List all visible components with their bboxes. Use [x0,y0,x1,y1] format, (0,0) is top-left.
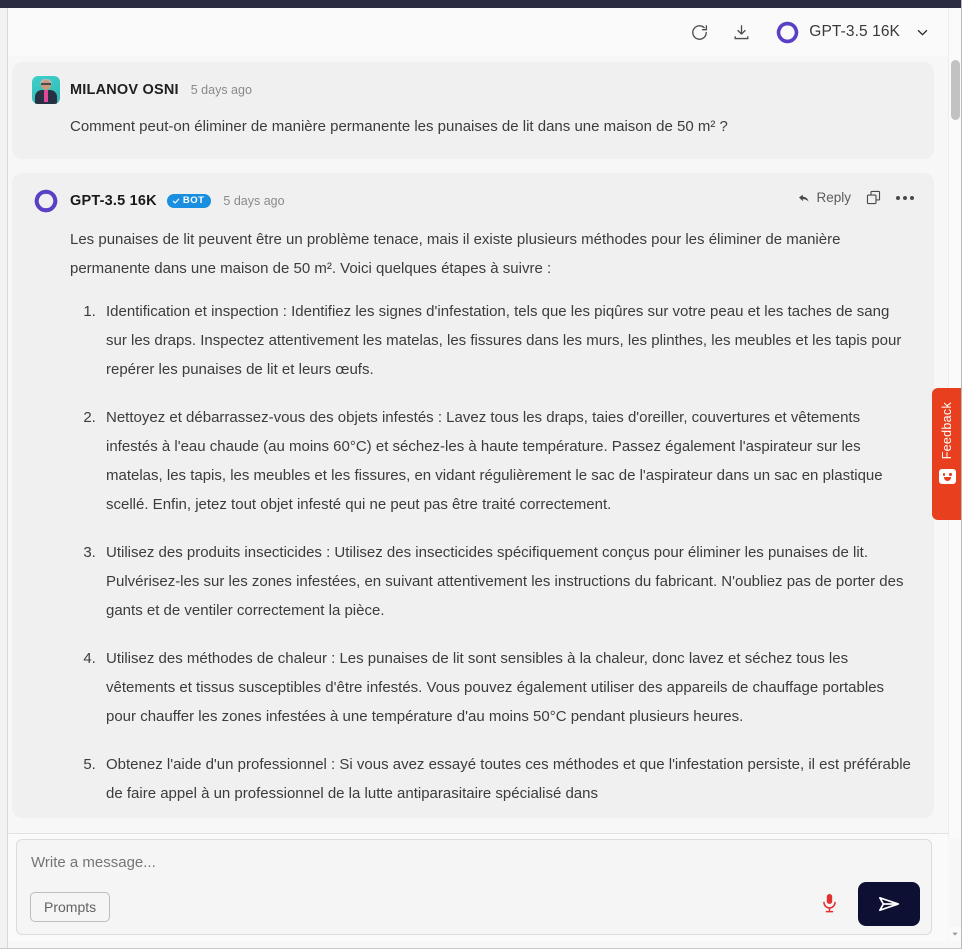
chevron-down-icon-glyph [917,29,928,35]
reply-label: Reply [816,190,851,205]
send-button[interactable] [858,882,920,926]
scrollbar-end-cap [949,927,961,941]
bot-intro-paragraph: Les punaises de lit peuvent être un prob… [70,231,841,277]
message-list[interactable]: MILANOV OSNI 5 days ago Comment peut-on … [8,56,948,836]
composer-area: Prompts [8,833,948,941]
message-sender-name: GPT-3.5 16K [70,193,157,209]
bot-steps-list: Identification et inspection : Identifie… [70,297,914,808]
list-item: Nettoyez et débarrassez-vous des objets … [100,403,914,519]
window-title-bar [0,0,962,8]
refresh-icon[interactable] [685,18,713,46]
message-composer[interactable]: Prompts [16,839,932,935]
openai-logo-icon [777,21,799,43]
more-options-icon[interactable] [896,195,914,200]
reply-arrow-icon [799,194,809,202]
scrollbar-thumb[interactable] [951,60,960,120]
check-icon [172,198,180,204]
message-text: Les punaises de lit peuvent être un prob… [32,225,914,808]
message-header: GPT-3.5 16K BOT 5 days ago Reply [32,187,914,215]
message-bot: GPT-3.5 16K BOT 5 days ago Reply Les pun… [12,173,934,818]
status-badge-bot: BOT [166,194,212,208]
feedback-label: Feedback [940,402,954,460]
model-selector[interactable]: GPT-3.5 16K [769,18,932,47]
message-text: Comment peut-on éliminer de manière perm… [32,112,914,141]
list-item: Obtenez l'aide d'un professionnel : Si v… [100,750,914,808]
left-rail [0,8,8,949]
message-actions: Reply [797,189,914,206]
message-user: MILANOV OSNI 5 days ago Comment peut-on … [12,62,934,159]
refresh-icon-glyph [691,24,707,40]
message-input[interactable] [31,854,731,871]
user-question-text: Comment peut-on éliminer de manière perm… [70,118,728,135]
send-paper-plane-icon [879,896,899,912]
caret-down-icon [952,932,958,936]
list-item: Utilisez des méthodes de chaleur : Les p… [100,644,914,731]
reply-button[interactable]: Reply [797,190,851,205]
copy-icon[interactable] [865,189,882,206]
smiley-face-icon [938,469,956,485]
feedback-tab[interactable]: Feedback [932,388,962,520]
message-timestamp: 5 days ago [223,194,285,208]
openai-logo-icon-glyph [34,189,58,213]
prompts-button[interactable]: Prompts [30,892,111,922]
user-avatar-photo [32,76,60,104]
copy-icon-glyph [866,190,881,205]
openai-logo-icon [32,187,60,215]
microphone-icon[interactable] [820,892,839,915]
message-header: MILANOV OSNI 5 days ago [32,76,914,104]
message-sender-name: MILANOV OSNI [70,82,179,98]
chat-header-toolbar: GPT-3.5 16K [8,8,948,56]
list-item: Identification et inspection : Identifie… [100,297,914,384]
bot-badge-label: BOT [182,195,205,207]
chevron-down-icon[interactable] [915,25,930,40]
chat-application-window: GPT-3.5 16K MILANOV OSNI 5 days ago Comm… [0,0,962,949]
list-item: Utilisez des produits insecticides : Uti… [100,538,914,625]
message-timestamp: 5 days ago [190,83,252,97]
model-name-label: GPT-3.5 16K [809,23,900,40]
microphone-icon-glyph [823,894,836,913]
download-icon-glyph [734,24,749,39]
download-icon[interactable] [727,18,755,46]
